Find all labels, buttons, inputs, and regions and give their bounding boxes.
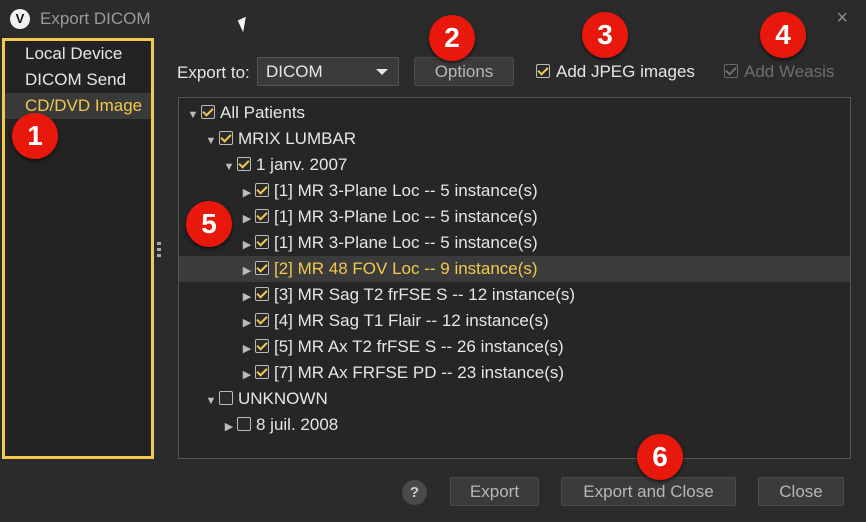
export-button[interactable]: Export <box>450 477 539 506</box>
collapsed-triangle-icon[interactable]: ▶ <box>241 362 253 388</box>
tree-row-label: 8 juil. 2008 <box>256 415 339 434</box>
checkbox-icon[interactable] <box>219 391 233 405</box>
patient-tree: ▼ All Patients ▼ MRIX LUMBAR ▼ 1 janv. 2007… <box>178 97 851 459</box>
checkbox-icon[interactable] <box>255 183 269 197</box>
tree-row-label: [5] MR Ax T2 frFSE S -- 26 instance(s) <box>274 337 564 356</box>
tree-row[interactable]: ▼ UNKNOWN <box>179 386 850 414</box>
annotation-badge-4: 4 <box>760 12 806 58</box>
tree-row-label: All Patients <box>220 103 306 122</box>
collapsed-triangle-icon[interactable]: ▶ <box>241 206 253 232</box>
collapsed-triangle-icon[interactable]: ▶ <box>241 336 253 362</box>
close-button[interactable]: Close <box>758 477 844 506</box>
collapsed-triangle-icon[interactable]: ▶ <box>241 232 253 258</box>
checkbox-icon[interactable] <box>237 417 251 431</box>
splitter-handle[interactable] <box>157 242 161 258</box>
checkbox-icon[interactable] <box>255 365 269 379</box>
tree-row[interactable]: ▶ [1] MR 3-Plane Loc -- 5 instance(s) <box>179 204 850 232</box>
sidebar-item-dicom-send[interactable]: DICOM Send <box>5 67 151 93</box>
collapsed-triangle-icon[interactable]: ▶ <box>241 310 253 336</box>
checkbox-icon <box>724 64 738 78</box>
checkbox-icon[interactable] <box>255 313 269 327</box>
annotation-badge-2: 2 <box>429 15 475 61</box>
tree-row[interactable]: ▶ [3] MR Sag T2 frFSE S -- 12 instance(s) <box>179 282 850 310</box>
options-button[interactable]: Options <box>414 57 514 86</box>
tree-row[interactable]: ▶ [7] MR Ax FRFSE PD -- 23 instance(s) <box>179 360 850 388</box>
tree-row[interactable]: ▶ [4] MR Sag T1 Flair -- 12 instance(s) <box>179 308 850 336</box>
annotation-badge-3: 3 <box>582 12 628 58</box>
tree-row-label: MRIX LUMBAR <box>238 129 357 148</box>
collapsed-triangle-icon[interactable]: ▶ <box>241 180 253 206</box>
checkbox-icon[interactable] <box>255 339 269 353</box>
checkbox-icon[interactable] <box>255 235 269 249</box>
chevron-down-icon <box>376 69 388 75</box>
tree-row-highlighted[interactable]: ▶ [2] MR 48 FOV Loc -- 9 instance(s) <box>179 256 850 284</box>
checkbox-icon[interactable] <box>255 287 269 301</box>
export-target-sidebar: Local Device DICOM Send CD/DVD Image <box>2 38 154 459</box>
annotation-badge-1: 1 <box>12 113 58 159</box>
collapsed-triangle-icon[interactable]: ▶ <box>223 414 235 440</box>
tree-row-label: [1] MR 3-Plane Loc -- 5 instance(s) <box>274 233 538 252</box>
tree-row[interactable]: ▼ MRIX LUMBAR <box>179 126 850 154</box>
tree-row-label: UNKNOWN <box>238 389 328 408</box>
expand-triangle-icon[interactable]: ▼ <box>205 128 217 154</box>
checkbox-icon <box>536 64 550 78</box>
export-to-value: DICOM <box>266 62 323 81</box>
tree-row-label: 1 janv. 2007 <box>256 155 348 174</box>
annotation-badge-6: 6 <box>637 434 683 480</box>
collapsed-triangle-icon[interactable]: ▶ <box>241 258 253 284</box>
sidebar-item-local-device[interactable]: Local Device <box>5 41 151 67</box>
expand-triangle-icon[interactable]: ▼ <box>205 388 217 414</box>
tree-row[interactable]: ▼ 1 janv. 2007 <box>179 152 850 180</box>
add-weasis-checkbox: Add Weasis <box>724 62 834 82</box>
tree-row-label: [4] MR Sag T1 Flair -- 12 instance(s) <box>274 311 549 330</box>
tree-row[interactable]: ▶ 8 juil. 2008 <box>179 412 850 440</box>
checkbox-icon[interactable] <box>255 209 269 223</box>
close-icon[interactable]: × <box>836 7 848 30</box>
tree-row[interactable]: ▶ [1] MR 3-Plane Loc -- 5 instance(s) <box>179 178 850 206</box>
tree-row[interactable]: ▶ [5] MR Ax T2 frFSE S -- 26 instance(s) <box>179 334 850 362</box>
add-jpeg-label: Add JPEG images <box>556 62 695 81</box>
checkbox-icon[interactable] <box>201 105 215 119</box>
window-title: Export DICOM <box>40 9 151 28</box>
export-to-select[interactable]: DICOM <box>257 57 399 86</box>
add-jpeg-checkbox[interactable]: Add JPEG images <box>536 62 695 82</box>
annotation-badge-5: 5 <box>186 201 232 247</box>
checkbox-icon[interactable] <box>255 261 269 275</box>
tree-row-label: [2] MR 48 FOV Loc -- 9 instance(s) <box>274 259 538 278</box>
collapsed-triangle-icon[interactable]: ▶ <box>241 284 253 310</box>
help-icon[interactable]: ? <box>402 480 427 505</box>
tree-row-label: [7] MR Ax FRFSE PD -- 23 instance(s) <box>274 363 565 382</box>
tree-row-label: [1] MR 3-Plane Loc -- 5 instance(s) <box>274 181 538 200</box>
tree-row[interactable]: ▶ [1] MR 3-Plane Loc -- 5 instance(s) <box>179 230 850 258</box>
expand-triangle-icon[interactable]: ▼ <box>187 102 199 128</box>
checkbox-icon[interactable] <box>237 157 251 171</box>
expand-triangle-icon[interactable]: ▼ <box>223 154 235 180</box>
checkbox-icon[interactable] <box>219 131 233 145</box>
tree-row-label: [3] MR Sag T2 frFSE S -- 12 instance(s) <box>274 285 576 304</box>
export-to-label: Export to: <box>177 63 250 82</box>
add-weasis-label: Add Weasis <box>744 62 835 81</box>
app-logo: V <box>10 9 30 29</box>
export-and-close-button[interactable]: Export and Close <box>561 477 736 506</box>
tree-row-label: [1] MR 3-Plane Loc -- 5 instance(s) <box>274 207 538 226</box>
tree-row[interactable]: ▼ All Patients <box>179 100 850 128</box>
